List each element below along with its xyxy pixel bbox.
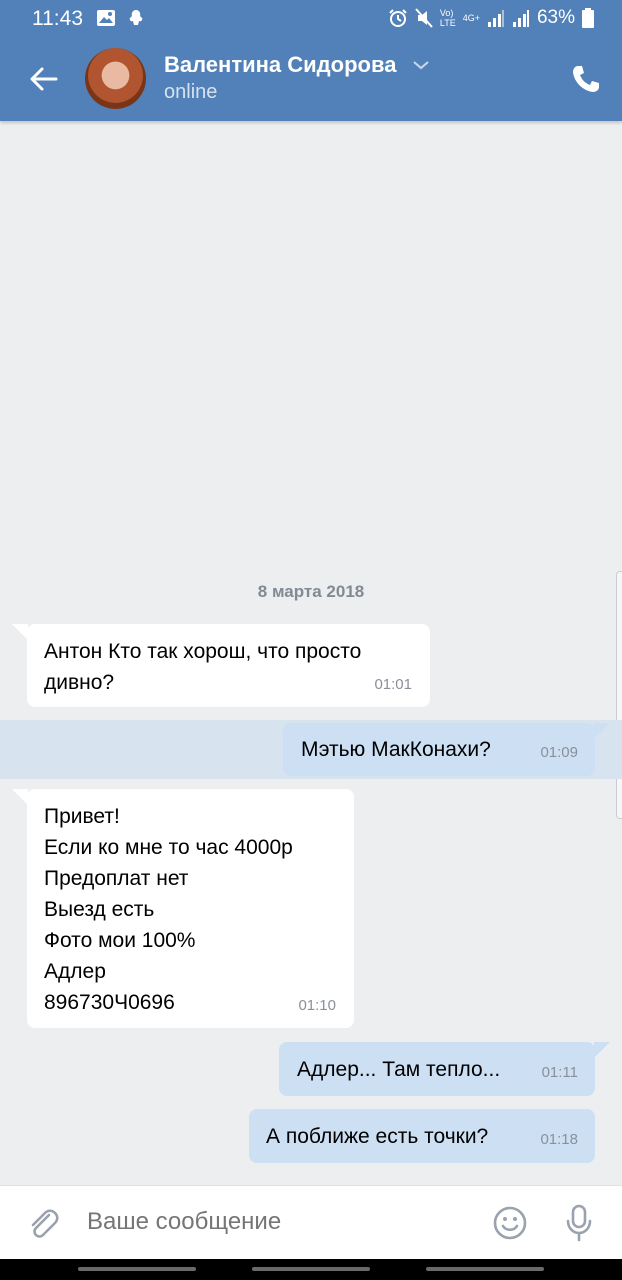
message-text: Антон Кто так хорош, что просто дивно?: [44, 640, 362, 694]
contact-avatar[interactable]: [85, 48, 146, 109]
outgoing-message[interactable]: Мэтью МакКонахи? 01:09: [283, 723, 595, 776]
message-text: Привет! Если ко мне то час 4000р Предопл…: [44, 805, 293, 1014]
nav-recent-indicator[interactable]: [78, 1267, 196, 1271]
battery-percent: 63%: [536, 7, 575, 28]
message-text: А поближе есть точки?: [266, 1125, 489, 1148]
app-header: 11:43 Vo) LTE 4G+ 63% Валентина Сидорова …: [0, 0, 622, 121]
volte-label: Vo) LTE: [439, 8, 456, 28]
contact-status: online: [164, 81, 218, 103]
status-left-icons: [96, 8, 146, 28]
message-time: 01:01: [374, 676, 412, 693]
back-arrow-icon[interactable]: [28, 64, 58, 94]
message-time: 01:09: [540, 744, 578, 761]
bubble-tail: [594, 1042, 610, 1058]
vk-notification-icon: [129, 10, 143, 25]
battery-icon: [582, 8, 594, 28]
message-text: Мэтью МакКонахи?: [301, 738, 491, 761]
gallery-notification-icon: [97, 10, 115, 26]
message-input[interactable]: [87, 1208, 467, 1236]
4g-label: 4G+: [462, 13, 480, 23]
bubble-tail: [12, 789, 28, 805]
message-time: 01:10: [298, 997, 336, 1014]
mute-icon: [415, 8, 433, 28]
attach-paperclip-icon[interactable]: [25, 1206, 61, 1242]
bubble-tail: [594, 723, 610, 739]
incoming-message[interactable]: Привет! Если ко мне то час 4000р Предопл…: [27, 789, 354, 1028]
signal-icon: [487, 10, 504, 27]
nav-home-indicator[interactable]: [252, 1267, 370, 1271]
message-time: 01:11: [541, 1064, 578, 1081]
incoming-message[interactable]: Антон Кто так хорош, что просто дивно? 0…: [27, 624, 430, 707]
date-separator: 8 марта 2018: [257, 582, 365, 601]
status-right-icons: Vo) LTE 4G+ 63%: [388, 7, 594, 29]
outgoing-message[interactable]: Адлер... Там тепло... 01:11: [279, 1042, 595, 1096]
signal-icon-2: [512, 10, 529, 27]
alarm-icon: [389, 9, 407, 27]
status-time: 11:43: [32, 7, 83, 30]
system-nav-bar: [0, 1259, 622, 1280]
chevron-down-icon[interactable]: [412, 58, 430, 72]
emoji-smile-icon[interactable]: [493, 1206, 527, 1240]
bubble-tail: [12, 624, 28, 640]
message-text: Адлер... Там тепло...: [297, 1058, 501, 1081]
nav-back-indicator[interactable]: [426, 1267, 544, 1271]
scroll-edge[interactable]: [616, 571, 622, 819]
phone-call-icon[interactable]: [570, 63, 602, 95]
message-composer: [0, 1185, 622, 1259]
contact-name[interactable]: Валентина Сидорова: [164, 52, 396, 78]
status-bar: 11:43 Vo) LTE 4G+ 63%: [0, 0, 622, 38]
microphone-icon[interactable]: [565, 1204, 593, 1242]
message-time: 01:18: [540, 1131, 578, 1148]
outgoing-message[interactable]: А поближе есть точки? 01:18: [249, 1109, 595, 1163]
